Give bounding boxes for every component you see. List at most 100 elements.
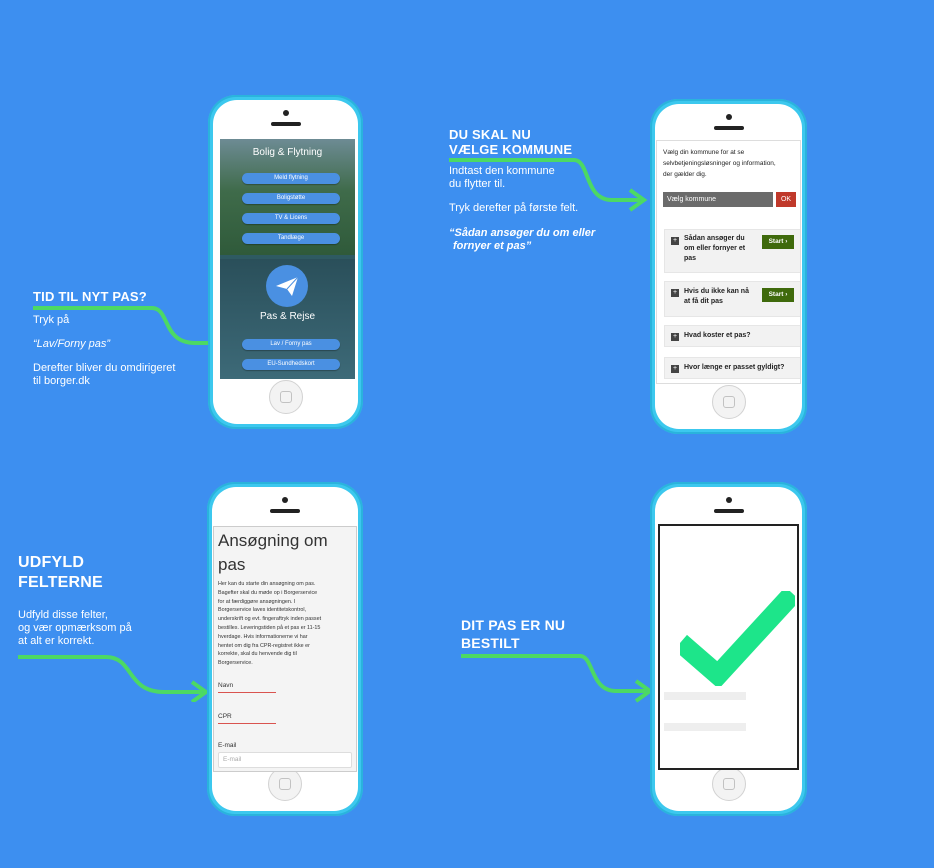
description-line: Borgerservice laves identitetskontrol,: [218, 607, 307, 614]
phone-step3: Ansøgning om pas Her kan du starte din a…: [207, 482, 363, 816]
description-line: Bagefter skal du møde op i Borgerservice: [218, 589, 318, 596]
plus-icon: +: [671, 365, 679, 373]
screen-step1: Bolig & Flytning Meld flytning Boligstøt…: [220, 139, 355, 379]
home-button[interactable]: [268, 767, 302, 801]
navn-label: Navn: [218, 682, 234, 689]
step3-arrow: [105, 655, 210, 702]
accordion-line: at få dit pas: [684, 298, 723, 305]
accordion-title: Hvis du ikke kan nå at få dit pas: [684, 287, 749, 307]
kommune-intro: Vælg din kommune for at se selvbetjening…: [663, 147, 776, 180]
step2-line3a: “Sådan ansøger du om eller: [449, 227, 596, 239]
accordion-item-gyldighed[interactable]: + Hvor længe er passet gyldigt?: [664, 357, 800, 379]
start-label: Start: [768, 291, 784, 298]
step2-underline: [449, 158, 575, 162]
description-line: Borgerservice.: [218, 660, 253, 667]
accordion-item-pris[interactable]: + Hvad koster et pas?: [664, 325, 800, 347]
step1-line2: “Lav/Forny pas”: [33, 338, 111, 350]
start-button[interactable]: Start ›: [762, 288, 794, 302]
step3-heading-line2: FELTERNE: [18, 574, 103, 591]
form-description: Her kan du starte din ansøgning om pas. …: [218, 580, 356, 668]
step2-heading-line1: DU SKAL NU: [449, 127, 531, 142]
paper-plane-icon: [266, 265, 308, 307]
speaker: [270, 122, 301, 126]
intro-line: Vælg din kommune for at se: [663, 149, 745, 156]
camera: [725, 114, 732, 120]
speaker: [713, 126, 744, 130]
step1-underline: [33, 306, 153, 310]
ok-button[interactable]: OK: [776, 192, 796, 207]
accordion-title: Hvor længe er passet gyldigt?: [684, 364, 785, 371]
description-line: hverdage. Hvis informationerne vi har: [218, 633, 308, 640]
step4-heading: DIT PAS ER NU BESTILT: [461, 616, 565, 652]
boligstotte-button[interactable]: Boligstøtte: [242, 193, 340, 204]
accordion-item-ikke-naa[interactable]: + Hvis du ikke kan nå at få dit pas Star…: [664, 281, 800, 317]
tandlaege-button[interactable]: Tandlæge: [242, 233, 340, 244]
checkmark-icon: [680, 591, 795, 686]
email-placeholder: E-mail: [223, 756, 242, 763]
home-button[interactable]: [711, 385, 746, 419]
cpr-label: CPR: [218, 713, 232, 720]
home-button[interactable]: [711, 767, 746, 801]
bolig-title: Bolig & Flytning: [252, 147, 323, 158]
eu-sundhedskort-button[interactable]: EU-Sundhedskort: [242, 359, 340, 370]
accordion-item-ansog[interactable]: + Sådan ansøger du om eller fornyer et p…: [664, 229, 800, 273]
accordion-line: Hvis du ikke kan nå: [684, 288, 749, 295]
step2-line1b: du flytter til.: [449, 178, 506, 190]
accordion-line: Sådan ansøger du: [684, 235, 745, 242]
form-title: Ansøgning om pas: [218, 529, 328, 577]
description-line: underskrift og evt. fingeraftryk inden p…: [218, 616, 322, 623]
meld-flytning-button[interactable]: Meld flytning: [242, 173, 340, 184]
step1-heading: TID TIL NYT PAS?: [33, 289, 147, 304]
plus-icon: +: [671, 289, 679, 297]
accordion-line: om eller fornyer et: [684, 245, 746, 252]
accordion-line: pas: [684, 255, 697, 262]
step1-line3b: til borger.dk: [33, 375, 90, 387]
step1-line1: Tryk på: [33, 314, 70, 326]
screen-step3: Ansøgning om pas Her kan du starte din a…: [213, 526, 357, 772]
description-line: korrekte, skal du henvende dig til: [218, 651, 297, 658]
form-title-line2: pas: [218, 555, 246, 574]
description-line: hentet om dig fra CPR-registret ikke er: [218, 642, 310, 649]
phone-step4: [650, 482, 807, 816]
step2-arrow: [573, 158, 648, 212]
step3-line1: Udfyld disse felter,: [18, 609, 108, 621]
navn-field[interactable]: [218, 692, 276, 693]
screen-step4: [658, 524, 799, 770]
step4-heading-line2: BESTILT: [461, 635, 520, 651]
phone-step1: Bolig & Flytning Meld flytning Boligstøt…: [208, 95, 363, 429]
step2-heading-line2: VÆLGE KOMMUNE: [449, 142, 573, 157]
camera: [725, 497, 732, 503]
placeholder-bar: [664, 723, 746, 731]
step2-line2: Tryk derefter på første felt.: [449, 202, 579, 214]
step1-line3a: Derefter bliver du omdirigeret: [33, 362, 176, 374]
pas-section: Pas & Rejse Lav / Forny pas EU-Sundhedsk…: [220, 259, 355, 379]
home-button[interactable]: [268, 380, 303, 414]
step2-line3b: fornyer et pas”: [453, 240, 532, 252]
start-button[interactable]: Start ›: [762, 235, 794, 249]
cpr-field[interactable]: [218, 723, 276, 724]
plus-icon: +: [671, 237, 679, 245]
step3-heading-line1: UDFYLD: [18, 554, 85, 571]
tv-licens-button[interactable]: TV & Licens: [242, 213, 340, 224]
form-title-line1: Ansøgning om: [218, 531, 328, 550]
email-label: E-mail: [218, 742, 237, 749]
placeholder-bar: [664, 692, 746, 700]
step4-arrow: [579, 654, 654, 703]
email-input[interactable]: E-mail: [218, 752, 352, 768]
step4-heading-line1: DIT PAS ER NU: [461, 617, 566, 633]
step4-underline: [461, 654, 581, 658]
start-label: Start: [768, 238, 784, 245]
plus-icon: +: [671, 333, 679, 341]
accordion-title: Sådan ansøger du om eller fornyer et pas: [684, 234, 745, 264]
pas-title: Pas & Rejse: [259, 311, 316, 322]
phone-step2: Vælg din kommune for at se selvbetjening…: [650, 99, 807, 434]
camera: [282, 497, 288, 503]
camera: [282, 110, 289, 116]
step3-line3: at alt er korrekt.: [18, 635, 95, 647]
kommune-select[interactable]: Vælg kommune: [663, 192, 773, 207]
description-line: for at færdiggøre ansøgningen. I: [218, 598, 296, 605]
intro-line: selvbetjeningsløsninger og information,: [663, 160, 776, 167]
step2-line1a: Indtast den kommune: [449, 165, 555, 177]
lav-forny-pas-button[interactable]: Lav / Forny pas: [242, 339, 340, 350]
screen-step2: Vælg din kommune for at se selvbetjening…: [656, 140, 801, 384]
